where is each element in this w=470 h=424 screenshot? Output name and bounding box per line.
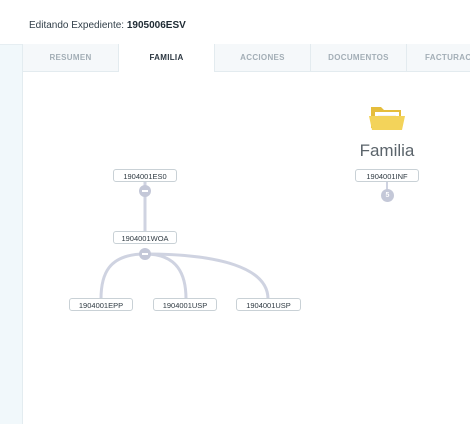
- folder-title: Familia: [359, 141, 415, 160]
- tree-connectors: [99, 181, 388, 300]
- minus-icon: [142, 253, 148, 255]
- tree-node-root[interactable]: 1904001ES0: [113, 169, 177, 182]
- connector-middle-child-3: [144, 252, 270, 300]
- tree-node-child-3[interactable]: 1904001USP: [236, 298, 301, 311]
- minus-icon: [142, 190, 148, 192]
- children-count-badge[interactable]: 5: [381, 189, 394, 202]
- tree-node-inf[interactable]: 1904001INF: [355, 169, 419, 182]
- tree-node-middle[interactable]: 1904001WOA: [113, 231, 177, 244]
- family-tree-canvas: 1904001ES0 1904001WOA 1904001EPP 1904001…: [0, 0, 470, 420]
- connector-middle-child-2: [144, 252, 188, 300]
- tree-node-child-2[interactable]: 1904001USP: [153, 298, 217, 311]
- folder-open-icon: [369, 107, 405, 130]
- tree-node-child-1[interactable]: 1904001EPP: [69, 298, 133, 311]
- connector-middle-child-1: [99, 252, 146, 300]
- collapse-toggle-middle[interactable]: [139, 248, 151, 260]
- collapse-toggle-root[interactable]: [139, 185, 151, 197]
